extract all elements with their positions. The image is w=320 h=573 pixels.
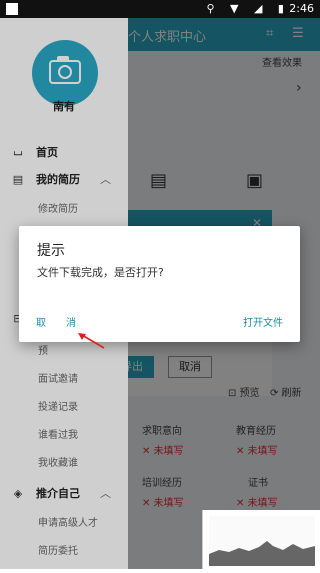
dialog-message: 文件下载完成，是否打开? <box>37 266 164 279</box>
open-file-button[interactable]: 打开文件 <box>243 314 283 329</box>
thumbnail-preview-icon <box>203 510 320 569</box>
cancel-button[interactable]: 消 <box>66 314 76 329</box>
download-complete-dialog: 提示 文件下载完成，是否打开? 取 消 打开文件 <box>19 226 300 342</box>
annotation-arrow-icon <box>78 333 105 349</box>
system-icons: ⚲ ▼ ◢ ▮ <box>206 2 290 15</box>
status-bar: ⚲ ▼ ◢ ▮ 2:46 <box>0 0 320 18</box>
floating-thumbnail[interactable] <box>202 510 320 569</box>
dialog-title: 提示 <box>37 243 65 259</box>
cancel-button[interactable]: 取 <box>36 314 46 329</box>
clock: 2:46 <box>289 2 314 15</box>
notification-icon <box>6 3 18 15</box>
